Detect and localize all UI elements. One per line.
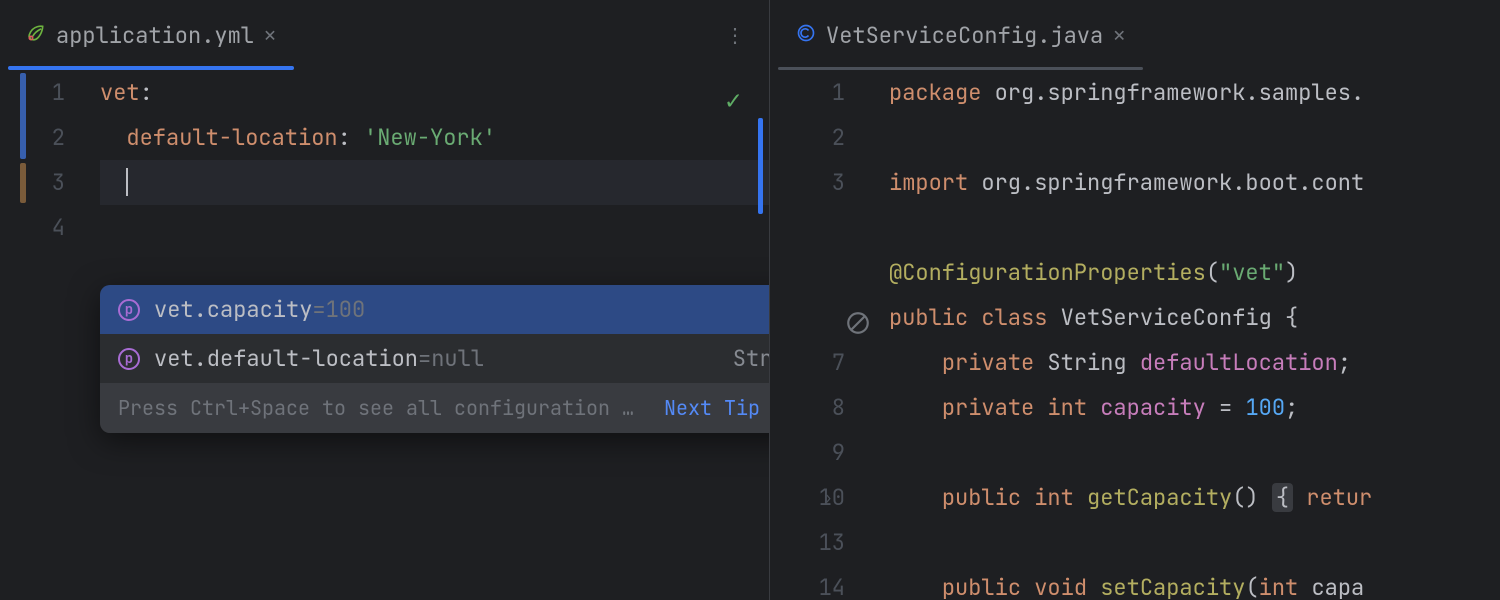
gutter-line: 14 <box>770 565 845 600</box>
property-icon: p <box>118 299 140 321</box>
gutter-line: 8 <box>770 385 845 430</box>
tab-application-yml[interactable]: application.yml ✕ <box>8 0 294 70</box>
completion-footer: Press Ctrl+Space to see all configuratio… <box>100 383 769 433</box>
yaml-key: default-location <box>126 123 337 152</box>
fold-expand-icon[interactable]: › <box>823 475 833 520</box>
gutter-line: 7 <box>770 340 845 385</box>
right-editor[interactable]: 1 2 3 7 8 9 10› 13 14 package org.spring… <box>770 70 1500 600</box>
close-icon[interactable]: ✕ <box>264 22 276 48</box>
error-stripe-marker[interactable] <box>758 118 763 214</box>
left-editor[interactable]: 1 2 3 4 vet: default-location: 'New-York… <box>0 70 769 600</box>
spring-leaf-icon <box>26 21 46 50</box>
left-editor-pane: application.yml ✕ ⋮ 1 2 3 4 vet: default… <box>0 0 770 600</box>
gutter-line: 9 <box>770 430 845 475</box>
left-tabbar: application.yml ✕ ⋮ <box>0 0 769 70</box>
left-gutter: 1 2 3 4 <box>0 70 95 600</box>
gutter-line: 2 <box>0 115 65 160</box>
right-code[interactable]: package org.springframework.samples. imp… <box>875 70 1500 600</box>
tab-more-actions-icon[interactable]: ⋮ <box>711 22 761 48</box>
next-tip-link[interactable]: Next Tip <box>664 395 760 421</box>
completion-key: vet.default-location <box>154 344 418 373</box>
gutter-line: 13 <box>770 520 845 565</box>
gutter-line: 2 <box>770 115 845 160</box>
yaml-value: New-York <box>377 123 483 152</box>
completion-default: 100 <box>326 295 366 324</box>
class-icon <box>796 21 816 50</box>
property-icon: p <box>118 348 140 370</box>
footer-hint: Press Ctrl+Space to see all configuratio… <box>118 395 648 421</box>
completion-default: null <box>431 344 484 373</box>
completion-key: vet.capacity <box>154 295 312 324</box>
right-tabbar: VetServiceConfig.java ✕ <box>770 0 1500 70</box>
gutter-line: 3 <box>770 160 845 205</box>
annotation: @ConfigurationProperties <box>889 258 1206 287</box>
gutter-line: 4 <box>0 205 65 250</box>
gutter-line <box>770 250 845 295</box>
close-icon[interactable]: ✕ <box>1113 22 1125 48</box>
gutter-line <box>770 205 845 250</box>
completion-item[interactable]: p vet.capacity=100 int <box>100 285 769 334</box>
gutter-line: 10› <box>770 475 845 520</box>
current-line[interactable] <box>100 160 769 205</box>
blocked-icon <box>845 310 871 343</box>
completion-item[interactable]: p vet.default-location=null String <box>100 334 769 383</box>
completion-popup: p vet.capacity=100 int p vet.default-loc… <box>100 285 769 433</box>
yaml-key: vet <box>100 78 140 107</box>
tab-label: VetServiceConfig.java <box>826 21 1103 50</box>
gutter-line: 1 <box>770 70 845 115</box>
right-editor-pane: VetServiceConfig.java ✕ 1 2 3 7 8 9 10› … <box>770 0 1500 600</box>
fold-placeholder[interactable]: { <box>1272 483 1293 512</box>
ide-split-view: application.yml ✕ ⋮ 1 2 3 4 vet: default… <box>0 0 1500 600</box>
gutter-line <box>770 295 845 340</box>
checkmark-icon: ✓ <box>725 82 741 117</box>
gutter-line: 1 <box>0 70 65 115</box>
tab-vetserviceconfig[interactable]: VetServiceConfig.java ✕ <box>778 0 1143 70</box>
tab-label: application.yml <box>56 21 254 50</box>
gutter-line: 3 <box>0 160 65 205</box>
completion-type: String <box>733 344 769 373</box>
text-caret <box>126 168 128 196</box>
